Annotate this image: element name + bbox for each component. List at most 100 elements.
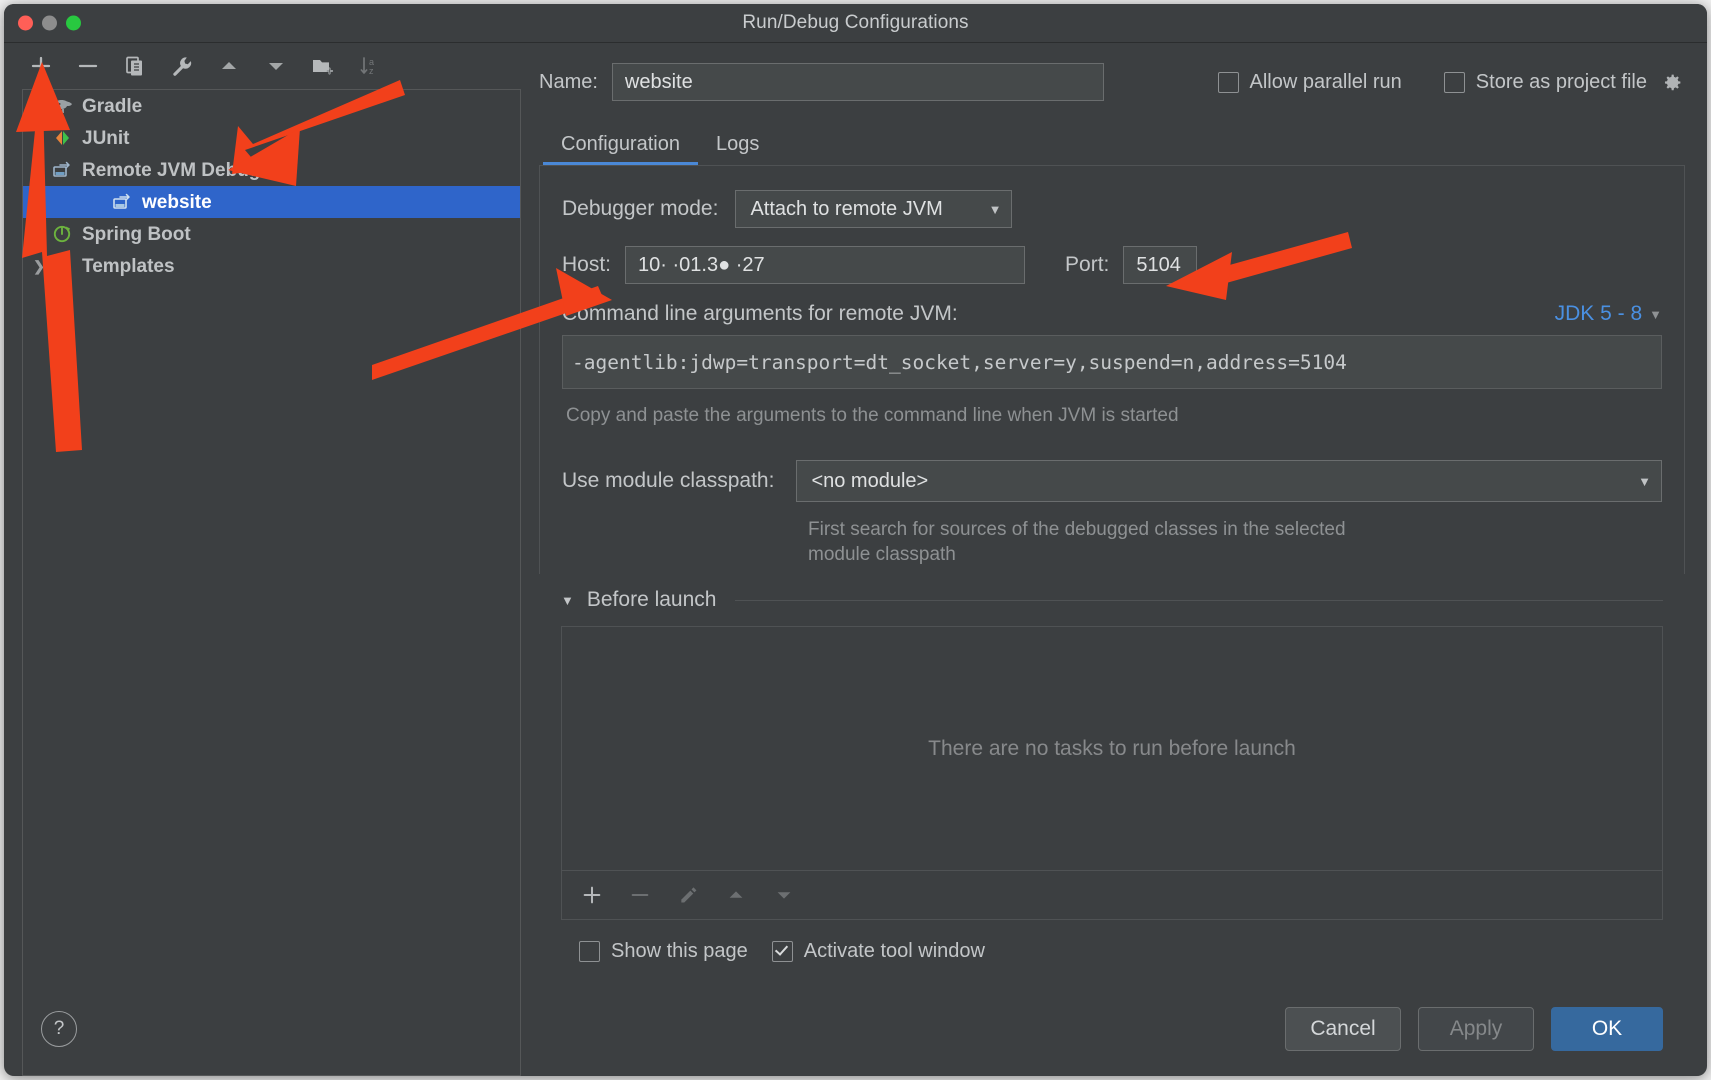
gradle-elephant-icon — [51, 96, 75, 116]
checkbox-box[interactable] — [771, 940, 793, 962]
tree-item-spring-boot[interactable]: ❯ Spring Boot — [23, 218, 520, 250]
remove-configuration-button[interactable] — [73, 51, 103, 81]
ok-button[interactable]: OK — [1551, 1007, 1663, 1051]
edit-templates-wrench-icon[interactable] — [167, 51, 197, 81]
chevron-down-icon[interactable]: ❯ — [29, 162, 49, 179]
tree-item-gradle[interactable]: ❯ Gradle — [23, 90, 520, 122]
chevron-down-icon: ▼ — [988, 201, 1002, 217]
command-line-hint: Copy and paste the arguments to the comm… — [566, 405, 1179, 426]
copy-configuration-button[interactable] — [120, 51, 150, 81]
command-line-arguments-field[interactable]: -agentlib:jdwp=transport=dt_socket,serve… — [562, 335, 1662, 389]
launch-options: Show this page Activate tool window — [561, 920, 1663, 982]
configuration-fields: Debugger mode: Attach to remote JVM ▼ Ho… — [562, 166, 1662, 568]
tree-item-remote-jvm-debug[interactable]: ❯ Remote JVM Debug — [23, 154, 520, 186]
command-line-label: Command line arguments for remote JVM: — [562, 302, 958, 325]
chevron-right-icon[interactable]: ❯ — [29, 226, 49, 243]
show-this-page-label: Show this page — [611, 939, 748, 962]
screenshot-root: Run/Debug Configurations a z ❯ Gradle ❯ … — [0, 0, 1711, 1080]
tree-item-label: website — [142, 191, 212, 213]
triangle-down-icon[interactable]: ▼ — [561, 593, 574, 608]
svg-text:z: z — [369, 66, 374, 76]
new-folder-button[interactable] — [308, 51, 338, 81]
move-down-button[interactable] — [261, 51, 291, 81]
remote-jvm-icon — [51, 160, 75, 180]
tree-item-templates[interactable]: ❯ Templates — [23, 250, 520, 282]
checkbox-box[interactable] — [1443, 71, 1465, 93]
before-launch-title: Before launch — [586, 588, 717, 611]
chevron-down-icon: ▼ — [1649, 306, 1662, 322]
allow-parallel-run-label: Allow parallel run — [1249, 70, 1402, 93]
configurations-tree[interactable]: ❯ Gradle ❯ JUnit ❯ Remote JVM Debug webs… — [22, 89, 521, 983]
port-label: Port: — [1065, 253, 1110, 276]
show-this-page-checkbox[interactable]: Show this page — [579, 940, 748, 963]
debugger-mode-label: Debugger mode: — [562, 197, 719, 220]
before-launch-toolbar — [561, 871, 1663, 920]
debugger-mode-dropdown[interactable]: Attach to remote JVM ▼ — [735, 190, 1013, 228]
store-as-project-file-checkbox[interactable]: Store as project file — [1443, 71, 1683, 94]
zoom-window-button[interactable] — [66, 15, 81, 31]
tree-item-label: Remote JVM Debug — [82, 159, 261, 181]
tree-item-label: Gradle — [82, 95, 143, 117]
name-input[interactable] — [611, 63, 1104, 101]
module-classpath-label: Use module classpath: — [562, 469, 775, 492]
tab-configuration[interactable]: Configuration — [543, 133, 698, 165]
chevron-right-icon[interactable]: ❯ — [29, 258, 49, 275]
wrench-icon — [51, 256, 75, 276]
edit-task-pencil-icon[interactable] — [674, 881, 702, 909]
remove-task-button[interactable] — [626, 881, 654, 909]
gear-icon[interactable] — [1662, 72, 1683, 93]
before-launch-tasks-list[interactable]: There are no tasks to run before launch — [561, 626, 1663, 871]
debugger-mode-row: Debugger mode: Attach to remote JVM ▼ — [562, 190, 1662, 228]
configurations-toolbar: a z — [4, 43, 523, 89]
host-label: Host: — [562, 253, 612, 276]
tab-logs[interactable]: Logs — [698, 133, 777, 165]
junit-icon — [51, 128, 75, 148]
command-line-header: Command line arguments for remote JVM: J… — [562, 302, 1662, 326]
title-bar: Run/Debug Configurations — [4, 4, 1707, 43]
jdk-version-label: JDK 5 - 8 — [1554, 302, 1643, 325]
checkbox-box[interactable] — [579, 940, 600, 962]
name-row-options: Allow parallel run Store as project file — [1217, 70, 1686, 94]
dialog-body: a z ❯ Gradle ❯ JUnit ❯ Remote JVM Debug … — [4, 43, 1707, 1076]
activate-tool-window-checkbox[interactable]: Activate tool window — [771, 940, 985, 963]
host-field[interactable]: 10· ·01.3● ·27 — [625, 246, 1026, 284]
module-classpath-dropdown[interactable]: <no module> ▼ — [796, 460, 1662, 502]
section-divider — [735, 599, 1663, 601]
close-window-button[interactable] — [18, 15, 33, 31]
port-field[interactable]: 5104 — [1123, 246, 1198, 284]
cancel-button[interactable]: Cancel — [1285, 1007, 1401, 1051]
minimize-window-button[interactable] — [42, 15, 57, 31]
module-classpath-hint: First search for sources of the debugged… — [808, 519, 1346, 566]
chevron-right-icon[interactable]: ❯ — [29, 130, 49, 147]
configurations-pane: a z ❯ Gradle ❯ JUnit ❯ Remote JVM Debug … — [4, 43, 523, 1076]
editor-tabs[interactable]: Configuration Logs — [539, 121, 1685, 165]
window-controls[interactable] — [18, 15, 81, 31]
allow-parallel-run-checkbox[interactable]: Allow parallel run — [1217, 70, 1402, 94]
task-move-down-button[interactable] — [770, 881, 798, 909]
window-title: Run/Debug Configurations — [742, 12, 969, 33]
tree-item-junit[interactable]: ❯ JUnit — [23, 122, 520, 154]
checkbox-box[interactable] — [1217, 71, 1239, 93]
spring-boot-icon — [51, 224, 75, 244]
before-launch-header[interactable]: ▼ Before launch — [561, 574, 1663, 626]
run-debug-configurations-window: Run/Debug Configurations a z ❯ Gradle ❯ … — [4, 4, 1707, 1076]
move-up-button[interactable] — [214, 51, 244, 81]
task-move-up-button[interactable] — [722, 881, 750, 909]
add-configuration-button[interactable] — [26, 51, 56, 81]
apply-button[interactable]: Apply — [1418, 1007, 1534, 1051]
configuration-panel: Debugger mode: Attach to remote JVM ▼ Ho… — [539, 165, 1685, 574]
tree-item-website[interactable]: website — [23, 186, 520, 218]
help-button[interactable]: ? — [41, 1011, 77, 1047]
sort-alphabetically-button[interactable]: a z — [355, 51, 385, 81]
before-launch-empty-text: There are no tasks to run before launch — [928, 736, 1296, 760]
port-group: Port: 5104 — [1065, 246, 1198, 284]
debugger-mode-value: Attach to remote JVM — [750, 197, 943, 220]
chevron-down-icon: ▼ — [1638, 473, 1651, 489]
chevron-right-icon[interactable]: ❯ — [29, 98, 49, 115]
name-row: Name: Allow parallel run Store as projec… — [539, 43, 1685, 121]
jdk-version-selector[interactable]: JDK 5 - 8 ▼ — [1555, 302, 1662, 326]
tree-item-label: Spring Boot — [82, 223, 191, 245]
add-task-button[interactable] — [578, 881, 606, 909]
tree-item-label: JUnit — [82, 127, 130, 149]
editor-pane: Name: Allow parallel run Store as projec… — [523, 43, 1707, 1076]
